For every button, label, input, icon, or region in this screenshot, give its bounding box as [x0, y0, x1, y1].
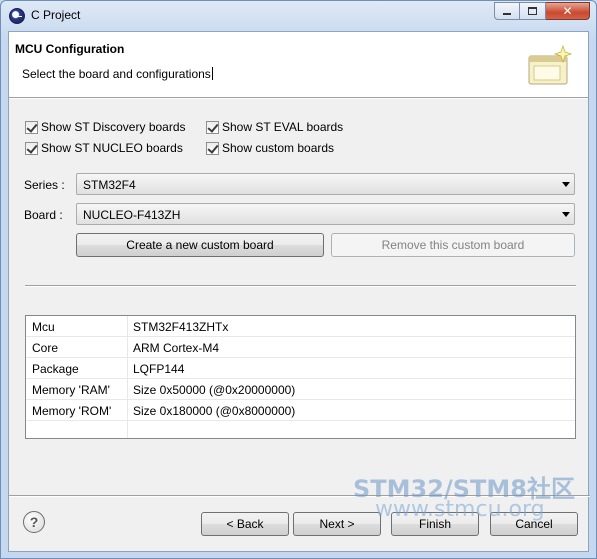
new-project-wizard-icon: [528, 44, 572, 85]
series-dropdown[interactable]: STM32F4: [76, 173, 575, 195]
section-separator: [25, 285, 576, 287]
board-dropdown[interactable]: NUCLEO-F413ZH: [76, 203, 575, 225]
chevron-down-icon: [562, 212, 570, 217]
finish-button[interactable]: Finish: [391, 512, 479, 536]
help-icon[interactable]: ?: [23, 511, 45, 533]
table-row[interactable]: Mcu STM32F413ZHTx: [26, 316, 575, 337]
table-row[interactable]: Core ARM Cortex-M4: [26, 337, 575, 358]
eclipse-icon: [9, 8, 25, 24]
property-value: STM32F413ZHTx: [133, 320, 229, 334]
checkbox-checked-icon[interactable]: [25, 120, 38, 134]
property-value: Size 0x180000 (@0x8000000): [133, 404, 296, 418]
close-icon: ✕: [562, 4, 573, 18]
show-eval-checkbox[interactable]: Show ST EVAL boards: [206, 120, 343, 134]
property-value: Size 0x50000 (@0x20000000): [133, 383, 296, 397]
page-title: MCU Configuration: [15, 42, 125, 56]
dialog-window: C Project ✕ MCU Configuration Select the…: [0, 0, 597, 559]
show-nucleo-checkbox[interactable]: Show ST NUCLEO boards: [25, 141, 183, 155]
banner-separator: [9, 98, 588, 99]
page-description: Select the board and configurations: [22, 67, 213, 81]
property-key: Core: [32, 341, 59, 355]
remove-custom-board-button[interactable]: Remove this custom board: [331, 233, 575, 257]
footer-separator: [9, 495, 590, 497]
table-row[interactable]: Package LQFP144: [26, 358, 575, 379]
show-discovery-checkbox[interactable]: Show ST Discovery boards: [25, 120, 186, 134]
table-row[interactable]: Memory 'RAM' Size 0x50000 (@0x20000000): [26, 379, 575, 400]
board-label: Board :: [24, 208, 63, 222]
table-row[interactable]: Memory 'ROM' Size 0x180000 (@0x8000000): [26, 400, 575, 421]
close-button[interactable]: ✕: [546, 2, 590, 20]
property-key: Memory 'ROM': [32, 404, 112, 418]
create-custom-board-button[interactable]: Create a new custom board: [76, 233, 324, 257]
board-value: NUCLEO-F413ZH: [83, 208, 181, 222]
checkbox-label: Show custom boards: [222, 141, 335, 155]
property-value: LQFP144: [133, 362, 185, 376]
window-controls: ✕: [494, 2, 590, 20]
maximize-icon: [528, 7, 537, 15]
series-value: STM32F4: [83, 178, 136, 192]
property-key: Memory 'RAM': [32, 383, 110, 397]
property-key: Package: [32, 362, 79, 376]
back-button[interactable]: < Back: [201, 512, 289, 536]
checkbox-checked-icon[interactable]: [206, 120, 219, 134]
mcu-properties-table[interactable]: Mcu STM32F413ZHTx Core ARM Cortex-M4 Pac…: [25, 315, 576, 439]
checkbox-label: Show ST NUCLEO boards: [41, 141, 183, 155]
window-title: C Project: [31, 8, 81, 22]
checkbox-label: Show ST EVAL boards: [222, 120, 344, 134]
title-bar[interactable]: C Project ✕: [1, 1, 596, 31]
checkbox-checked-icon[interactable]: [206, 141, 219, 155]
series-label: Series :: [24, 178, 65, 192]
minimize-button[interactable]: [494, 2, 520, 20]
checkbox-label: Show ST Discovery boards: [41, 120, 186, 134]
wizard-banner: MCU Configuration Select the board and c…: [9, 32, 588, 98]
property-value: ARM Cortex-M4: [133, 341, 220, 355]
cancel-button[interactable]: Cancel: [490, 512, 578, 536]
minimize-icon: [503, 13, 511, 15]
show-custom-checkbox[interactable]: Show custom boards: [206, 141, 334, 155]
next-button[interactable]: Next >: [293, 512, 381, 536]
chevron-down-icon: [562, 182, 570, 187]
property-key: Mcu: [32, 320, 55, 334]
text-caret: [211, 67, 213, 80]
maximize-button[interactable]: [520, 2, 546, 20]
page-description-text: Select the board and configurations: [22, 67, 211, 81]
dialog-content: MCU Configuration Select the board and c…: [8, 31, 590, 552]
checkbox-checked-icon[interactable]: [25, 141, 38, 155]
